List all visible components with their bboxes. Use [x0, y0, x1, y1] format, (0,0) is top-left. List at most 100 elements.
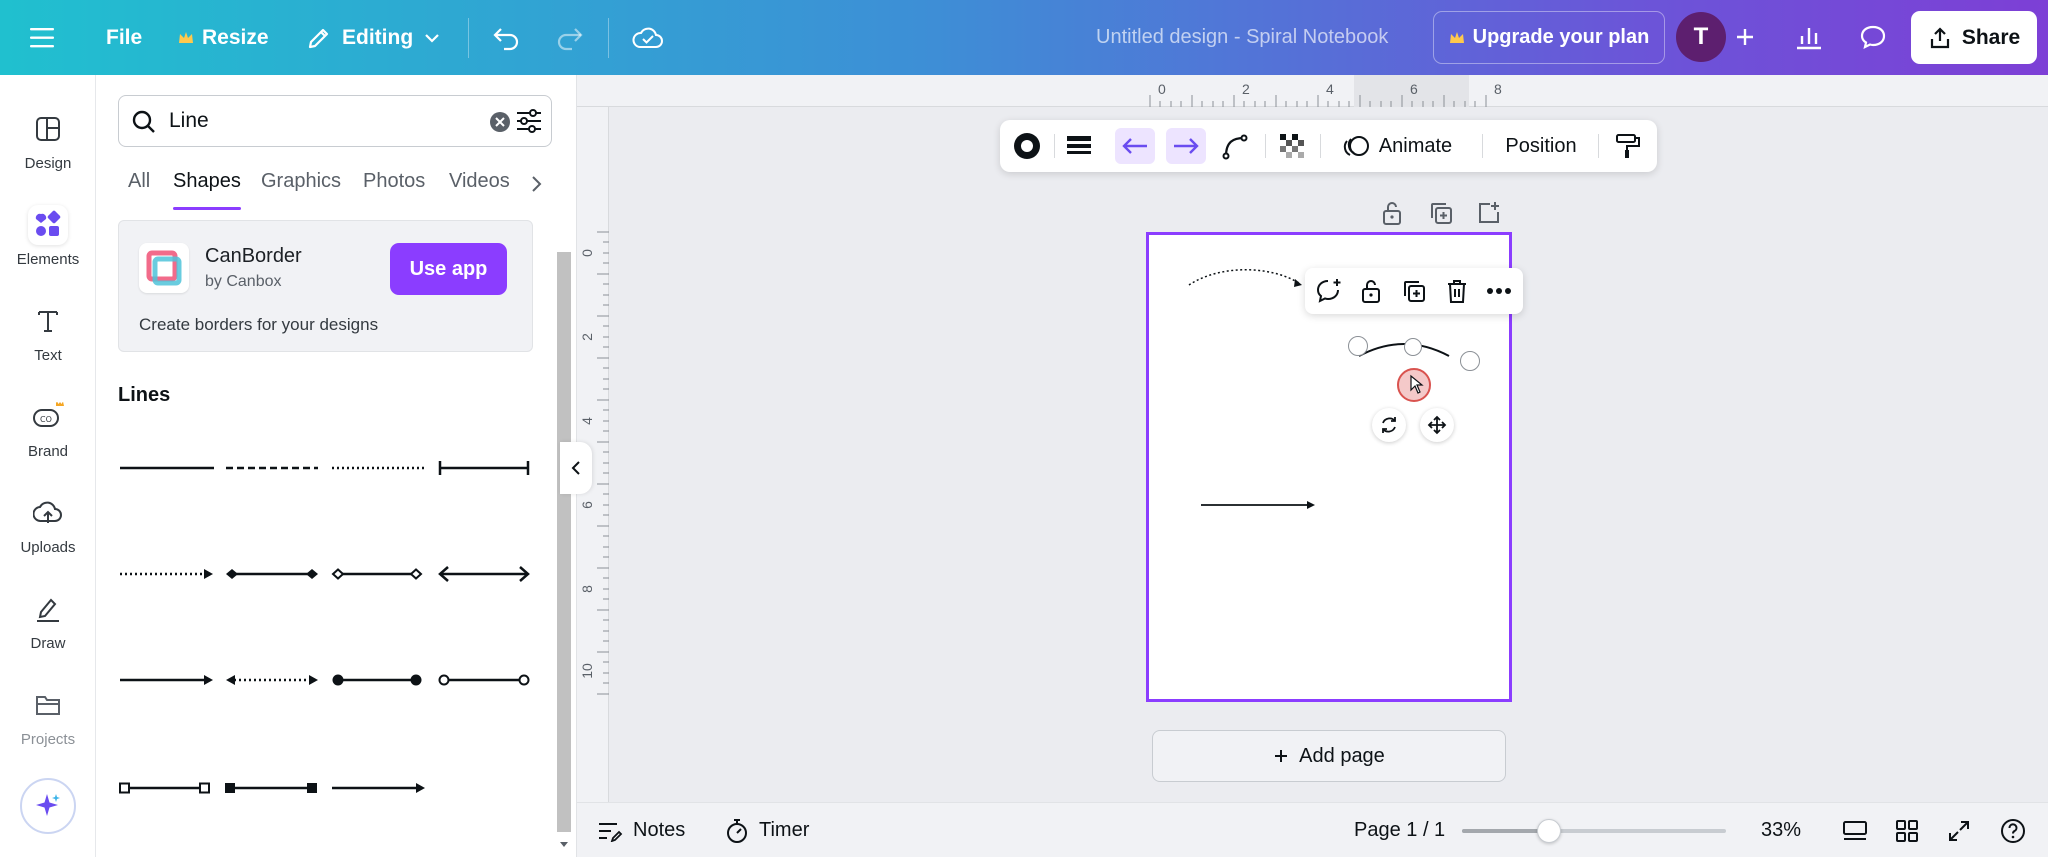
add-page-button[interactable]: Add page: [1152, 730, 1506, 782]
stopwatch-icon: [725, 818, 749, 844]
transparency-button[interactable]: [1272, 128, 1312, 164]
add-collaborator-button[interactable]: [1720, 12, 1770, 62]
line-dot-ends[interactable]: [330, 665, 430, 695]
chevron-right-icon[interactable]: [530, 174, 544, 194]
line-diamond-outline-ends[interactable]: [330, 559, 430, 589]
ruler-horizontal: 0 2 4 6 8: [577, 75, 2048, 107]
filter-sliders-icon[interactable]: [515, 107, 543, 135]
position-button[interactable]: Position: [1494, 128, 1588, 164]
add-comment-button[interactable]: [1313, 275, 1345, 307]
lock-page-button[interactable]: [1380, 200, 1404, 226]
rail-item-projects[interactable]: Projects: [0, 676, 96, 756]
cloud-check-icon: [632, 26, 664, 50]
divider: [608, 18, 609, 58]
crown-icon: [178, 31, 194, 45]
ruler-label: 10: [578, 663, 595, 679]
search-box: [118, 95, 552, 147]
zoom-slider-fill: [1462, 829, 1550, 833]
curve-control-handle[interactable]: [1404, 338, 1422, 356]
line-dotted-arrow[interactable]: [118, 559, 218, 589]
copy-style-button[interactable]: [1608, 128, 1648, 164]
magic-assistant-button[interactable]: [20, 778, 76, 834]
help-button[interactable]: [1999, 803, 2027, 857]
draw-pen-icon: [28, 589, 68, 629]
zoom-slider-thumb[interactable]: [1537, 819, 1562, 843]
line-circle-outline-ends[interactable]: [436, 665, 536, 695]
duplicate-page-button[interactable]: [1428, 200, 1454, 226]
share-button[interactable]: Share: [1911, 11, 2037, 64]
divider: [1598, 134, 1599, 158]
fullscreen-button[interactable]: [1947, 803, 1971, 857]
editing-mode-button[interactable]: Editing: [306, 0, 441, 75]
zoom-level[interactable]: 33%: [1761, 803, 1801, 857]
tab-videos[interactable]: Videos: [449, 170, 510, 210]
active-drag-handle[interactable]: [1397, 368, 1431, 402]
tab-shapes[interactable]: Shapes: [173, 170, 241, 210]
line-square-outline-ends[interactable]: [118, 773, 218, 803]
panel-scroll-thumb[interactable]: [557, 252, 571, 832]
rail-item-draw[interactable]: Draw: [0, 580, 96, 660]
collapse-panel-button[interactable]: [560, 442, 592, 494]
avatar[interactable]: T: [1676, 12, 1726, 62]
rail-item-design[interactable]: Design: [0, 100, 96, 180]
rail-item-brand[interactable]: CO Brand: [0, 388, 96, 468]
menu-button[interactable]: [30, 0, 56, 75]
line-start-button[interactable]: [1115, 128, 1155, 164]
line-weight-button[interactable]: [1060, 128, 1098, 164]
ruler-label: 6: [1410, 81, 1418, 97]
line-solid[interactable]: [118, 453, 218, 483]
plus-icon: [1273, 748, 1289, 764]
line-end-button[interactable]: [1166, 128, 1206, 164]
app-promo-card[interactable]: CanBorder by Canbox Use app Create borde…: [118, 220, 533, 352]
resize-button[interactable]: Resize: [178, 0, 269, 75]
tab-graphics[interactable]: Graphics: [261, 170, 341, 210]
clear-search-icon[interactable]: [489, 111, 511, 133]
save-status-button[interactable]: [632, 0, 664, 75]
line-type-button[interactable]: [1215, 128, 1255, 164]
add-page-icon-button[interactable]: [1476, 200, 1502, 226]
delete-element-button[interactable]: [1441, 275, 1473, 307]
page-view-button[interactable]: [1841, 803, 1869, 857]
zoom-slider[interactable]: [1462, 819, 1726, 843]
paint-roller-icon: [1615, 132, 1641, 160]
line-bar-ends[interactable]: [436, 453, 536, 483]
comments-button[interactable]: [1848, 12, 1898, 62]
svg-text:CO: CO: [40, 415, 52, 424]
undo-button[interactable]: [492, 0, 522, 75]
redo-button[interactable]: [554, 0, 584, 75]
insights-button[interactable]: [1784, 12, 1834, 62]
line-arrow[interactable]: [118, 665, 218, 695]
animate-button[interactable]: Animate: [1330, 128, 1465, 164]
rotate-handle[interactable]: [1372, 408, 1406, 442]
timer-button[interactable]: Timer: [725, 803, 809, 857]
curve-start-handle[interactable]: [1348, 336, 1368, 356]
line-double-arrow[interactable]: [436, 559, 536, 589]
line-arrow-short[interactable]: [330, 773, 430, 803]
rail-item-elements[interactable]: Elements: [0, 196, 96, 276]
trash-icon: [1445, 278, 1469, 304]
more-options-button[interactable]: [1483, 275, 1515, 307]
grid-view-button[interactable]: [1895, 803, 1919, 857]
lines-section-title: Lines: [118, 384, 171, 406]
duplicate-element-button[interactable]: [1398, 275, 1430, 307]
rail-item-uploads[interactable]: Uploads: [0, 484, 96, 564]
line-diamond-ends[interactable]: [224, 559, 324, 589]
line-dotted-double-arrow[interactable]: [224, 665, 324, 695]
line-dotted[interactable]: [330, 453, 430, 483]
file-menu-button[interactable]: File: [106, 0, 142, 75]
page-indicator[interactable]: Page 1 / 1: [1354, 803, 1445, 857]
rail-item-text[interactable]: Text: [0, 292, 96, 372]
notes-button[interactable]: Notes: [597, 803, 685, 857]
use-app-button[interactable]: Use app: [390, 243, 507, 295]
search-input[interactable]: [169, 106, 449, 136]
tab-photos[interactable]: Photos: [363, 170, 425, 210]
move-handle[interactable]: [1420, 408, 1454, 442]
line-color-button[interactable]: [1008, 128, 1046, 164]
document-title[interactable]: Untitled design - Spiral Notebook: [1096, 0, 1388, 75]
line-dashed[interactable]: [224, 453, 324, 483]
upgrade-plan-button[interactable]: Upgrade your plan: [1433, 11, 1665, 64]
lock-element-button[interactable]: [1355, 275, 1387, 307]
tab-all[interactable]: All: [128, 170, 150, 210]
curve-end-handle[interactable]: [1460, 351, 1480, 371]
line-square-ends[interactable]: [224, 773, 324, 803]
